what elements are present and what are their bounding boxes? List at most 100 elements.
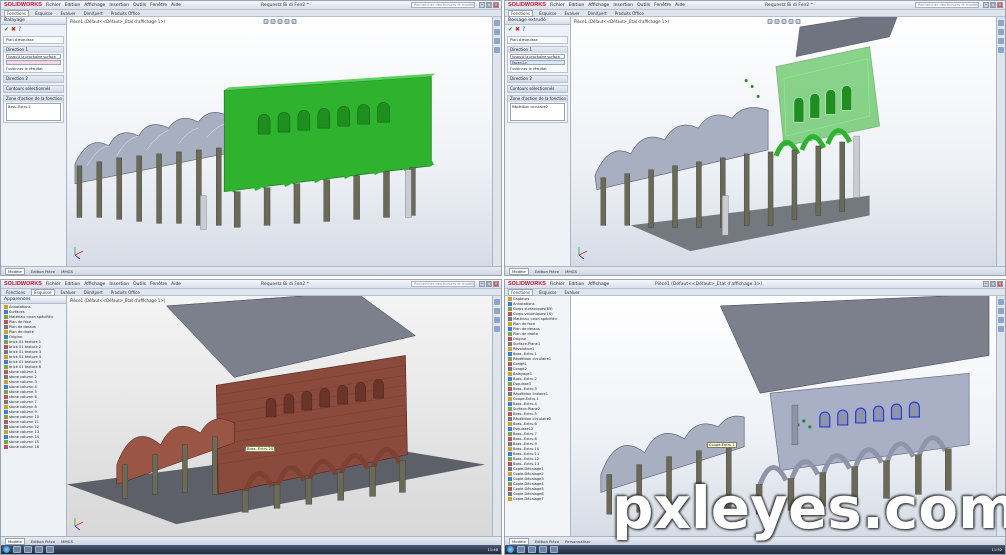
minimize-button[interactable]: – (479, 281, 485, 287)
maximize-button[interactable]: □ (486, 2, 492, 8)
tab-sketch[interactable]: Esquisse (31, 288, 55, 296)
merge-result-checkbox[interactable]: Fusionner le résultat (4, 66, 63, 72)
tree-item[interactable]: stone column 16 (1, 444, 66, 449)
menu-tools[interactable]: Outils (637, 3, 650, 8)
tab-evaluate[interactable]: Evaluer (59, 11, 78, 16)
bodies-list-item[interactable]: Répétition circulaire2 (512, 105, 548, 109)
menu-help[interactable]: Aide (171, 282, 181, 287)
close-button[interactable]: × (493, 281, 499, 287)
direction-2-title[interactable]: Direction 2 (508, 76, 567, 82)
face-selection-box[interactable]: Face<1> (510, 60, 565, 65)
taskbar-solidworks-icon[interactable] (550, 546, 558, 553)
menu-view[interactable]: Affichage (84, 282, 105, 287)
start-button[interactable] (3, 546, 10, 553)
design-library-icon[interactable] (998, 308, 1004, 314)
close-button[interactable]: × (997, 2, 1003, 8)
menu-tools[interactable]: Outils (133, 3, 146, 8)
cancel-icon[interactable]: ✖ (11, 26, 16, 33)
start-button[interactable] (507, 546, 514, 553)
design-library-icon[interactable] (494, 29, 500, 35)
ok-icon[interactable]: ✔ (508, 26, 513, 33)
search-input[interactable]: Rechercher des fichiers et modèles (915, 2, 979, 8)
file-explorer-icon[interactable] (494, 317, 500, 323)
menu-insert[interactable]: Insertion (613, 3, 633, 8)
appearances-icon[interactable] (494, 326, 500, 332)
tab-evaluate[interactable]: Evaluer (563, 290, 582, 295)
menu-file[interactable]: Fichier (46, 3, 61, 8)
menu-window[interactable]: Fenêtre (654, 3, 671, 8)
direction-1-title[interactable]: Direction 1 (508, 47, 567, 53)
menu-window[interactable]: Fenêtre (150, 3, 167, 8)
minimize-button[interactable]: – (983, 281, 989, 287)
unit-system-text[interactable]: MMGS (61, 269, 73, 274)
graphics-area[interactable]: Pièce1 (Défaut<<Défaut>_Etat d'affichage… (67, 296, 492, 536)
resources-icon[interactable] (494, 20, 500, 26)
maximize-button[interactable]: □ (486, 281, 492, 287)
resources-icon[interactable] (494, 299, 500, 305)
help-icon[interactable]: ? (18, 26, 21, 33)
tab-office[interactable]: Produits Office (613, 11, 646, 16)
unit-system-text[interactable]: MMGS (565, 269, 577, 274)
contours-title[interactable]: Contours sélectionnés (4, 86, 63, 92)
appearances-icon[interactable] (998, 47, 1004, 53)
menu-insert[interactable]: Insertion (109, 3, 129, 8)
model-tab[interactable]: Modèle (509, 537, 529, 545)
maximize-button[interactable]: □ (990, 281, 996, 287)
direction-1-title[interactable]: Direction 1 (4, 47, 63, 53)
unit-system-text[interactable]: MMGS (61, 539, 73, 544)
end-condition-select[interactable]: Jusqu'à la prochaine surface (6, 54, 61, 59)
appearances-icon[interactable] (494, 47, 500, 53)
menu-view[interactable]: Affichage (588, 3, 609, 8)
system-clock[interactable]: 11:46 (488, 548, 498, 552)
menu-tools[interactable]: Outils (133, 282, 146, 287)
taskbar-media-icon[interactable] (539, 546, 547, 553)
tab-features[interactable]: Fonctions (508, 9, 534, 17)
bodies-list-item[interactable]: Boss.-Extru.2 (8, 105, 31, 109)
tree-item[interactable]: Copie-Décalage7 (505, 496, 570, 501)
menu-edit[interactable]: Edition (65, 3, 81, 8)
file-explorer-icon[interactable] (998, 38, 1004, 44)
menu-help[interactable]: Aide (675, 3, 685, 8)
close-button[interactable]: × (997, 281, 1003, 287)
menu-window[interactable]: Fenêtre (150, 282, 167, 287)
taskbar-explorer-icon[interactable] (13, 546, 21, 553)
feature-scope-title[interactable]: Zone d'action de la fonction (4, 96, 63, 102)
tab-dimxpert[interactable]: DimXpert (82, 11, 105, 16)
taskbar-explorer-icon[interactable] (517, 546, 525, 553)
cancel-icon[interactable]: ✖ (515, 26, 520, 33)
maximize-button[interactable]: □ (990, 2, 996, 8)
direction-2-title[interactable]: Direction 2 (4, 76, 63, 82)
minimize-button[interactable]: – (983, 2, 989, 8)
file-explorer-icon[interactable] (494, 38, 500, 44)
design-library-icon[interactable] (494, 308, 500, 314)
menu-edit[interactable]: Edition (569, 3, 585, 8)
bodies-list[interactable]: Répétition circulaire2 (510, 103, 565, 121)
menu-file[interactable]: Fichier (46, 282, 61, 287)
customize-text[interactable]: Personnaliser (565, 539, 590, 544)
menu-edit[interactable]: Edition (569, 282, 585, 287)
face-selection-box[interactable] (6, 60, 61, 65)
feature-scope-title[interactable]: Zone d'action de la fonction (508, 96, 567, 102)
taskbar-solidworks-icon[interactable] (46, 546, 54, 553)
menu-view[interactable]: Affichage (84, 3, 105, 8)
file-explorer-icon[interactable] (998, 317, 1004, 323)
menu-view[interactable]: Affichage (588, 282, 609, 287)
appearances-icon[interactable] (998, 326, 1004, 332)
menu-help[interactable]: Aide (171, 3, 181, 8)
close-button[interactable]: × (493, 2, 499, 8)
tab-features[interactable]: Fonctions (508, 288, 534, 296)
tab-sketch[interactable]: Esquisse (33, 11, 54, 16)
taskbar-browser-icon[interactable] (24, 546, 32, 553)
taskbar-media-icon[interactable] (35, 546, 43, 553)
design-library-icon[interactable] (998, 29, 1004, 35)
menu-edit[interactable]: Edition (65, 282, 81, 287)
tab-sketch[interactable]: Esquisse (537, 11, 558, 16)
tab-sketch[interactable]: Esquisse (537, 290, 558, 295)
tab-evaluate[interactable]: Evaluer (563, 11, 582, 16)
resources-icon[interactable] (998, 299, 1004, 305)
menu-file[interactable]: Fichier (550, 3, 565, 8)
graphics-area[interactable]: Pièce1 (Défaut<<Défaut>_Etat d'affichage… (571, 17, 996, 266)
bodies-list[interactable]: Boss.-Extru.2 (6, 103, 61, 121)
tab-dimxpert[interactable]: DimXpert (586, 11, 609, 16)
end-condition-select[interactable]: Jusqu'à la prochaine surface (510, 54, 565, 59)
